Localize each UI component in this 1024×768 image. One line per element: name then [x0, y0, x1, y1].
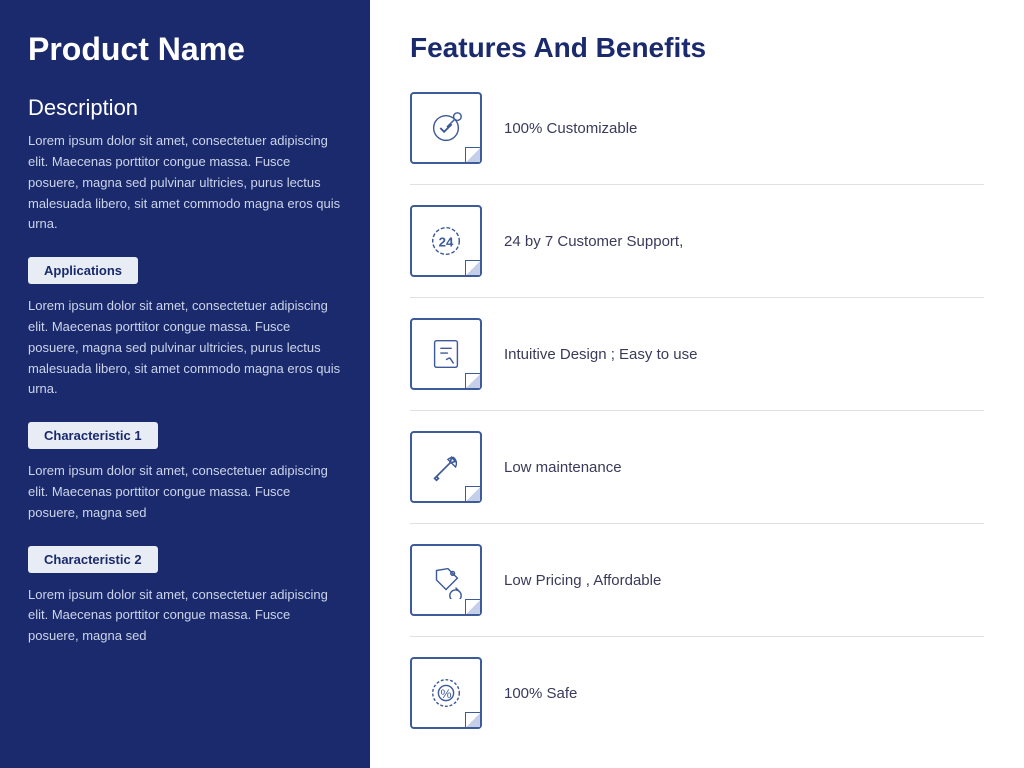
characteristic1-badge: Characteristic 1 — [28, 422, 158, 449]
svg-text:%: % — [441, 687, 452, 701]
description-heading: Description — [28, 95, 342, 121]
feature-divider — [410, 297, 984, 298]
description-text: Lorem ipsum dolor sit amet, consectetuer… — [28, 131, 342, 235]
applications-badge: Applications — [28, 257, 138, 284]
characteristic1-text: Lorem ipsum dolor sit amet, consectetuer… — [28, 461, 342, 523]
left-panel: Product Name Description Lorem ipsum dol… — [0, 0, 370, 768]
applications-section: Applications Lorem ipsum dolor sit amet,… — [28, 257, 342, 400]
customize-icon — [410, 92, 482, 164]
feature-item: Low Pricing , Affordable — [410, 544, 984, 616]
support-icon: 24 — [410, 205, 482, 277]
applications-text: Lorem ipsum dolor sit amet, consectetuer… — [28, 296, 342, 400]
feature-label: Intuitive Design ; Easy to use — [504, 346, 697, 363]
feature-list: 100% Customizable 24 24 by 7 Customer Supp… — [410, 92, 984, 729]
safe-icon: % — [410, 657, 482, 729]
feature-item: Low maintenance — [410, 431, 984, 503]
feature-item: Intuitive Design ; Easy to use — [410, 318, 984, 390]
product-title: Product Name — [28, 32, 342, 67]
right-panel: Features And Benefits 100% Customizable 2… — [370, 0, 1024, 768]
features-title: Features And Benefits — [410, 32, 984, 64]
characteristic2-text: Lorem ipsum dolor sit amet, consectetuer… — [28, 585, 342, 647]
characteristic2-badge: Characteristic 2 — [28, 546, 158, 573]
feature-label: 100% Customizable — [504, 120, 637, 137]
pricing-icon — [410, 544, 482, 616]
feature-label: Low Pricing , Affordable — [504, 572, 661, 589]
feature-divider — [410, 636, 984, 637]
maintenance-icon — [410, 431, 482, 503]
characteristic2-section: Characteristic 2 Lorem ipsum dolor sit a… — [28, 546, 342, 647]
feature-item: % 100% Safe — [410, 657, 984, 729]
design-icon — [410, 318, 482, 390]
feature-label: 24 by 7 Customer Support, — [504, 233, 683, 250]
feature-divider — [410, 410, 984, 411]
feature-label: Low maintenance — [504, 459, 622, 476]
feature-divider — [410, 523, 984, 524]
feature-label: 100% Safe — [504, 685, 577, 702]
feature-item: 100% Customizable — [410, 92, 984, 164]
svg-text:24: 24 — [439, 235, 454, 250]
feature-item: 24 24 by 7 Customer Support, — [410, 205, 984, 277]
characteristic1-section: Characteristic 1 Lorem ipsum dolor sit a… — [28, 422, 342, 523]
feature-divider — [410, 184, 984, 185]
